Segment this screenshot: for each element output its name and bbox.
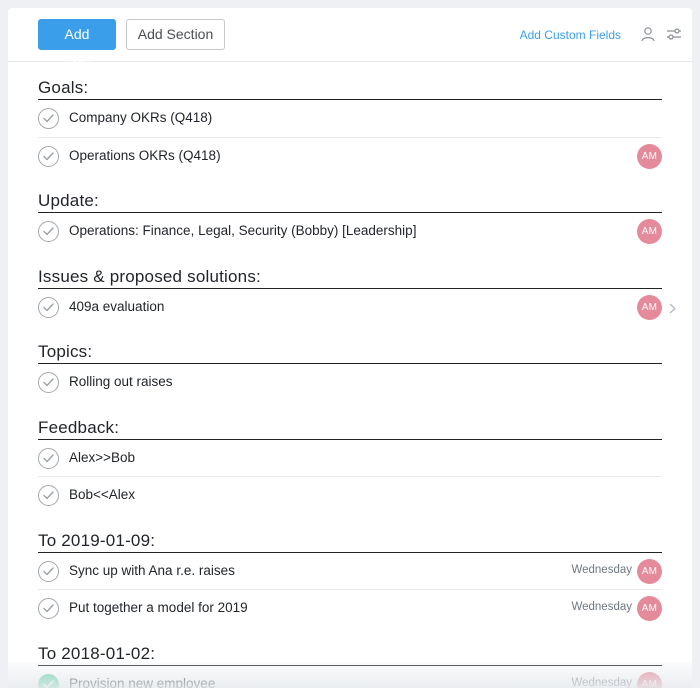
section-header[interactable]: Issues & proposed solutions:: [38, 251, 662, 289]
check-icon[interactable]: [38, 221, 59, 242]
section-header[interactable]: Topics:: [38, 326, 662, 364]
check-icon[interactable]: [38, 560, 59, 582]
task-row[interactable]: Bob<<Alex: [38, 477, 662, 515]
section-title: To 2019-01-09:: [38, 530, 156, 550]
filter-icon[interactable]: [666, 26, 682, 42]
task-row[interactable]: Operations OKRs (Q418) AM: [38, 138, 662, 176]
section-title: Update:: [38, 191, 99, 210]
task-row[interactable]: Provision new employee Wednesday AM: [38, 666, 662, 688]
section-title: Feedback:: [38, 417, 120, 437]
assignee-avatar[interactable]: AM: [637, 671, 662, 688]
task-name[interactable]: Put together a model for 2019: [69, 600, 248, 615]
task-row[interactable]: Rolling out raises: [38, 364, 662, 402]
task-name[interactable]: Rolling out raises: [69, 374, 173, 389]
task-list-panel: Add Task Add Section Add Custom Fields G…: [8, 8, 692, 688]
section-title: Issues & proposed solutions:: [38, 266, 261, 286]
check-icon[interactable]: [38, 108, 59, 129]
task-row[interactable]: 409a evaluation AM: [38, 289, 676, 327]
task-name[interactable]: Company OKRs (Q418): [69, 110, 212, 125]
section-title: To 2018-01-02:: [38, 643, 156, 663]
check-icon[interactable]: [38, 598, 59, 619]
check-icon[interactable]: [38, 145, 59, 167]
check-icon[interactable]: [38, 372, 59, 393]
task-name[interactable]: Operations OKRs (Q418): [69, 148, 221, 163]
section-header[interactable]: Goals:: [38, 62, 662, 100]
task-list: Goals: Company OKRs (Q418) Operations OKRs…: [8, 62, 692, 688]
due-date[interactable]: Wednesday: [571, 601, 632, 613]
task-name[interactable]: Provision new employee: [69, 676, 215, 688]
toolbar: Add Task Add Section Add Custom Fields: [8, 8, 692, 71]
add-custom-fields-link[interactable]: Add Custom Fields: [520, 28, 621, 42]
check-icon[interactable]: [38, 485, 59, 506]
task-name[interactable]: Alex>>Bob: [69, 450, 135, 465]
section-title: Topics:: [38, 342, 93, 361]
task-name[interactable]: Sync up with Ana r.e. raises: [69, 563, 235, 578]
task-name[interactable]: 409a evaluation: [69, 299, 164, 314]
task-name[interactable]: Operations: Finance, Legal, Security (Bo…: [69, 223, 416, 238]
section-header[interactable]: Update:: [38, 175, 662, 213]
task-row[interactable]: Put together a model for 2019 Wednesday AM: [38, 590, 662, 628]
task-row[interactable]: Alex>>Bob: [38, 440, 662, 477]
task-row[interactable]: Company OKRs (Q418): [38, 100, 662, 138]
check-icon[interactable]: [38, 296, 59, 318]
add-section-button[interactable]: Add Section: [126, 19, 225, 50]
section-header[interactable]: To 2019-01-09:: [38, 515, 662, 553]
due-date[interactable]: Wednesday: [571, 677, 632, 688]
check-icon[interactable]: [38, 673, 59, 688]
task-row[interactable]: Operations: Finance, Legal, Security (Bo…: [38, 213, 662, 251]
section-title: Goals:: [38, 78, 89, 97]
chevron-right-icon[interactable]: [669, 301, 676, 319]
person-icon[interactable]: [640, 26, 656, 42]
section-header[interactable]: Feedback:: [38, 402, 662, 440]
assignee-avatar[interactable]: AM: [637, 143, 662, 169]
assignee-avatar[interactable]: AM: [637, 596, 662, 621]
add-task-button[interactable]: Add Task: [38, 19, 116, 71]
due-date[interactable]: Wednesday: [571, 564, 632, 576]
task-name[interactable]: Bob<<Alex: [69, 487, 135, 502]
assignee-avatar[interactable]: AM: [637, 558, 662, 584]
assignee-avatar[interactable]: AM: [637, 219, 662, 244]
assignee-avatar[interactable]: AM: [637, 294, 662, 320]
task-row[interactable]: Sync up with Ana r.e. raises Wednesday AM: [38, 553, 662, 590]
check-icon[interactable]: [38, 447, 59, 469]
section-header[interactable]: To 2018-01-02:: [38, 628, 662, 666]
